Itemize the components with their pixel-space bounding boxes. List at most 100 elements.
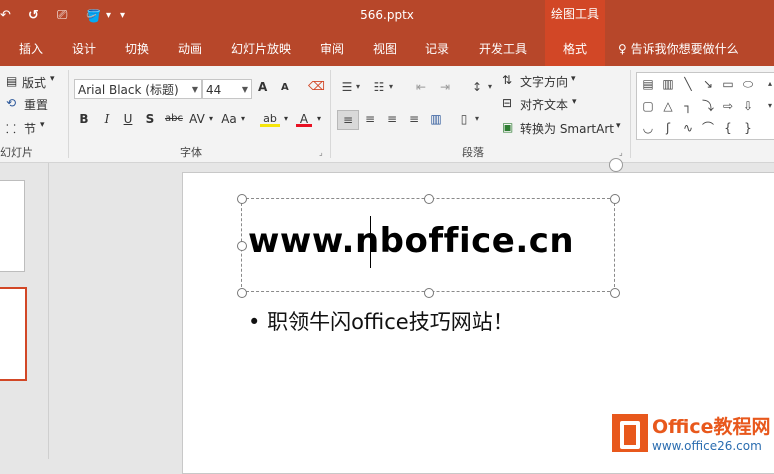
resize-handle[interactable] (424, 288, 434, 298)
decrease-indent-icon[interactable]: ⇤ (412, 78, 430, 96)
tab-slideshow[interactable]: 幻灯片放映 (223, 32, 299, 66)
slide-thumbnails-pane[interactable] (0, 163, 49, 459)
paragraph-group-label: 段落 (462, 146, 484, 159)
tab-animations[interactable]: 动画 (167, 32, 213, 66)
rectangle-icon[interactable]: ▭ (719, 75, 737, 93)
layout-icon: ▤ (6, 74, 18, 88)
resize-handle[interactable] (424, 194, 434, 204)
chevron-down-icon[interactable]: ▾ (238, 110, 248, 128)
tab-insert[interactable]: 插入 (8, 32, 54, 66)
tab-format[interactable]: 格式 (545, 32, 605, 66)
gallery-up-icon[interactable]: ▴ (761, 75, 774, 93)
shapes-gallery[interactable]: ▤ ▥ ╲ ↘ ▭ ⬭ ▢ △ ┐ ⤵ ⇨ ⇩ ◡ ʃ ∿ ⌒ { } ▴ ▾ (636, 72, 774, 140)
slide-title[interactable]: www.nboffice.cn (248, 221, 574, 261)
tab-design[interactable]: 设计 (61, 32, 107, 66)
chevron-down-icon[interactable]: ▾ (50, 74, 55, 84)
chevron-down-icon[interactable]: ▾ (40, 120, 45, 130)
group-divider (330, 70, 331, 158)
align-center-icon[interactable]: ≡ (361, 110, 379, 128)
resize-handle[interactable] (237, 288, 247, 298)
chevron-down-icon[interactable]: ▾ (314, 110, 324, 128)
clear-format-icon[interactable]: ⌫ (308, 79, 325, 93)
chevron-down-icon[interactable]: ▾ (353, 78, 363, 96)
chevron-down-icon[interactable]: ▼ (242, 80, 248, 100)
bullet-item[interactable]: • 职领牛闪office技巧网站！ (248, 306, 514, 336)
right-brace-icon[interactable]: } (739, 119, 757, 137)
tab-view[interactable]: 视图 (362, 32, 408, 66)
align-right-icon[interactable]: ≡ (383, 110, 401, 128)
tab-record[interactable]: 记录 (414, 32, 460, 66)
text-cursor (370, 216, 371, 268)
left-brace-icon[interactable]: { (719, 119, 737, 137)
rounded-rect-icon[interactable]: ▢ (639, 97, 657, 115)
resize-handle[interactable] (237, 194, 247, 204)
line-spacing-icon[interactable]: ↕ (468, 78, 486, 96)
resize-handle[interactable] (610, 288, 620, 298)
strikethrough-button[interactable]: abc (163, 110, 185, 128)
font-name-value: Arial Black (标题) (78, 83, 179, 97)
shadow-button[interactable]: S (142, 110, 158, 128)
down-arrow-icon[interactable]: ⇩ (739, 97, 757, 115)
gallery-down-icon[interactable]: ▾ (761, 97, 774, 115)
section-icon: ⸬ (6, 122, 16, 136)
chevron-down-icon[interactable]: ▾ (571, 74, 576, 84)
resize-handle[interactable] (237, 241, 247, 251)
curve-icon[interactable]: ∿ (679, 119, 697, 137)
highlight-button[interactable]: ab (260, 110, 280, 127)
rotate-handle-icon[interactable] (609, 158, 623, 172)
oval-icon[interactable]: ⬭ (739, 75, 757, 93)
elbow-arrow-icon[interactable]: ⤵ (699, 97, 717, 115)
chevron-down-icon[interactable]: ▾ (206, 110, 216, 128)
vertical-text-box-icon[interactable]: ▥ (659, 75, 677, 93)
document-title: 566.pptx (360, 8, 414, 22)
section-button[interactable]: 节 (24, 120, 36, 137)
chevron-down-icon[interactable]: ▾ (485, 78, 495, 96)
chevron-down-icon[interactable]: ▾ (616, 121, 621, 131)
dialog-launcher-icon[interactable]: ⌟ (619, 148, 623, 157)
right-arrow-icon[interactable]: ⇨ (719, 97, 737, 115)
distribute-icon[interactable]: ▥ (427, 110, 445, 128)
text-box-icon[interactable]: ▤ (639, 75, 657, 93)
font-color-button[interactable]: A (296, 110, 312, 127)
resize-handle[interactable] (610, 194, 620, 204)
char-spacing-button[interactable]: AV (187, 110, 207, 128)
chevron-down-icon[interactable]: ▾ (281, 110, 291, 128)
office-logo-icon (612, 414, 648, 452)
underline-button[interactable]: U (120, 110, 136, 128)
columns-icon[interactable]: ▯ (455, 110, 473, 128)
align-text-button[interactable]: 对齐文本 (520, 96, 568, 113)
layout-button[interactable]: 版式 (22, 74, 46, 91)
tell-me-box[interactable]: ♀ 告诉我你想要做什么 (618, 32, 774, 66)
font-name-box[interactable]: Arial Black (标题) ▼ (74, 79, 202, 99)
chevron-down-icon[interactable]: ▾ (386, 78, 396, 96)
change-case-button[interactable]: Aa (219, 110, 239, 128)
triangle-icon[interactable]: △ (659, 97, 677, 115)
bold-button[interactable]: B (76, 110, 92, 128)
reset-button[interactable]: 重置 (24, 96, 48, 113)
dialog-launcher-icon[interactable]: ⌟ (319, 148, 323, 157)
freeform-icon[interactable]: ◡ (639, 119, 657, 137)
text-direction-button[interactable]: 文字方向 (520, 73, 568, 90)
font-size-box[interactable]: 44 ▼ (202, 79, 252, 99)
scribble-icon[interactable]: ʃ (659, 119, 677, 137)
tab-developer[interactable]: 开发工具 (470, 32, 536, 66)
chevron-down-icon[interactable]: ▾ (472, 110, 482, 128)
arrow-line-icon[interactable]: ↘ (699, 75, 717, 93)
tab-review[interactable]: 审阅 (309, 32, 355, 66)
line-icon[interactable]: ╲ (679, 75, 697, 93)
align-left-icon[interactable]: ≡ (337, 110, 359, 130)
group-divider (630, 70, 631, 158)
slide-thumbnail[interactable] (0, 180, 25, 272)
increase-indent-icon[interactable]: ⇥ (436, 78, 454, 96)
convert-smartart-button[interactable]: 转换为 SmartArt (520, 120, 614, 137)
arc-icon[interactable]: ⌒ (699, 119, 717, 137)
tab-transitions[interactable]: 切换 (114, 32, 160, 66)
chevron-down-icon[interactable]: ▼ (192, 80, 198, 100)
chevron-down-icon[interactable]: ▾ (572, 97, 577, 107)
justify-icon[interactable]: ≡ (405, 110, 423, 128)
shrink-font-button[interactable]: A (281, 82, 289, 93)
grow-font-button[interactable]: A (258, 80, 267, 94)
italic-button[interactable]: I (99, 110, 115, 128)
slide-thumbnail-selected[interactable] (0, 287, 27, 381)
elbow-connector-icon[interactable]: ┐ (679, 97, 697, 115)
